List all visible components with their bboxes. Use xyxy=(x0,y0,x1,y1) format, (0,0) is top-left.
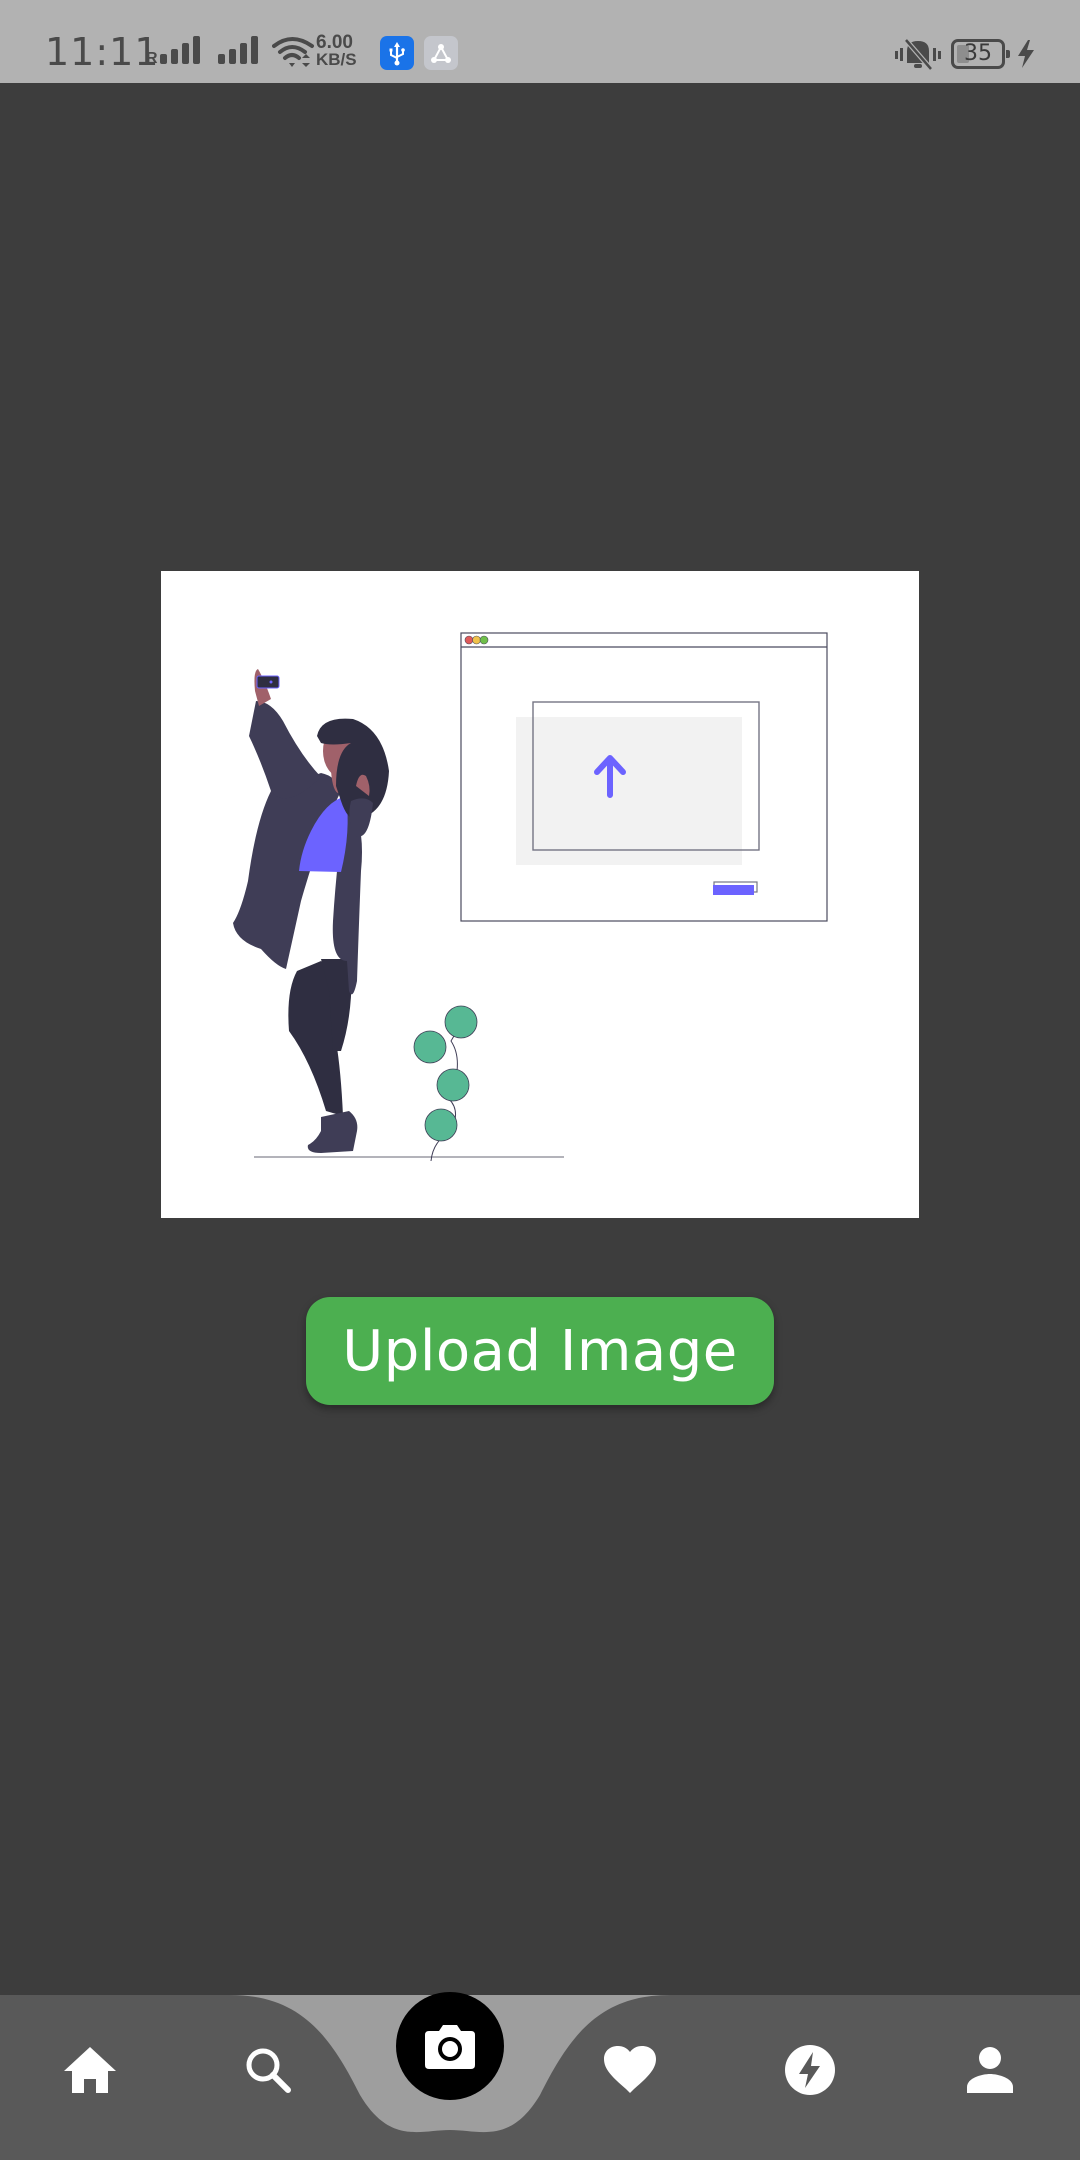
active-notch-curve xyxy=(230,1995,670,2133)
roaming-indicator: R xyxy=(146,50,158,67)
nav-camera[interactable] xyxy=(396,1992,504,2100)
upload-illustration xyxy=(161,571,919,1218)
nav-search[interactable] xyxy=(228,2030,308,2110)
share-icon xyxy=(424,36,458,70)
home-icon xyxy=(64,2047,116,2093)
battery-icon: 35 xyxy=(951,39,1010,69)
illustration-graphic xyxy=(233,632,828,1162)
screen: 11:11 R 6.00 KB/S 35 Upload Image xyxy=(0,0,1080,2160)
signal-icon xyxy=(218,36,258,64)
search-icon xyxy=(246,2048,291,2093)
vibrate-mute-icon xyxy=(895,38,941,71)
upload-image-button[interactable]: Upload Image xyxy=(306,1297,774,1405)
camera-icon xyxy=(425,2025,475,2069)
bolt-icon xyxy=(785,2045,835,2095)
nav-favorites[interactable] xyxy=(590,2030,670,2110)
nav-profile[interactable] xyxy=(950,2030,1030,2110)
signal-roaming-icon xyxy=(160,36,200,64)
battery-level: 35 xyxy=(964,41,992,66)
charging-icon xyxy=(1018,40,1034,68)
status-bar: 11:11 R 6.00 KB/S 35 xyxy=(0,0,1080,83)
network-speed: 6.00 KB/S xyxy=(316,32,357,69)
bottom-navigation xyxy=(0,1995,1080,2160)
usb-icon xyxy=(380,36,414,70)
wifi-icon xyxy=(272,37,314,67)
nav-home[interactable] xyxy=(50,2030,130,2110)
browser-window-graphic xyxy=(460,632,828,922)
person-graphic xyxy=(233,669,389,1153)
person-icon xyxy=(967,2047,1013,2093)
status-time: 11:11 xyxy=(45,30,160,74)
heart-icon xyxy=(604,2046,656,2093)
plant-graphic xyxy=(413,1005,478,1162)
network-speed-value: 6.00 xyxy=(316,32,353,53)
network-speed-unit: KB/S xyxy=(316,50,357,69)
nav-flash[interactable] xyxy=(770,2030,850,2110)
